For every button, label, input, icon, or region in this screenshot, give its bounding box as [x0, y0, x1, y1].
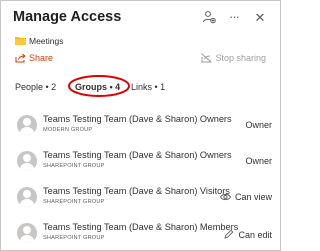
permission-label[interactable]: Owner [245, 120, 272, 130]
folder-icon [15, 37, 26, 45]
group-avatar-icon [17, 223, 37, 243]
pencil-icon [224, 229, 234, 239]
highlight-circle [68, 75, 130, 97]
group-name: Teams Testing Team (Dave & Sharon) Owner… [43, 150, 232, 160]
group-type: SHAREPOINT GROUP [43, 235, 105, 241]
list-item[interactable]: Teams Testing Team (Dave & Sharon) Owner… [1, 109, 280, 145]
list-item[interactable]: Teams Testing Team (Dave & Sharon) Owner… [1, 145, 280, 181]
folder-name: Meetings [29, 36, 64, 46]
tab-people[interactable]: People • 2 [15, 82, 56, 92]
stop-sharing-label: Stop sharing [215, 53, 266, 63]
action-row: Share Stop sharing [15, 52, 272, 66]
group-name: Teams Testing Team (Dave & Sharon) Owner… [43, 114, 232, 124]
stop-sharing-icon [201, 53, 213, 63]
permission-label[interactable]: Owner [245, 156, 272, 166]
close-icon[interactable]: ✕ [252, 10, 268, 26]
permission-dropdown[interactable]: Can edit [224, 228, 272, 240]
group-avatar-icon [17, 187, 37, 207]
panel-title: Manage Access [13, 9, 122, 25]
group-type: SHAREPOINT GROUP [43, 199, 105, 205]
more-icon[interactable]: ··· [226, 10, 242, 26]
tab-links[interactable]: Links • 1 [131, 82, 165, 92]
group-type: MODERN GROUP [43, 127, 93, 133]
group-type: SHAREPOINT GROUP [43, 163, 105, 169]
permission-dropdown[interactable]: Can view [219, 192, 272, 202]
group-avatar-icon [17, 151, 37, 171]
share-label: Share [29, 53, 54, 63]
list-item[interactable]: Teams Testing Team (Dave & Sharon) Membe… [1, 217, 280, 250]
manage-access-panel: Manage Access ··· ✕ Meetings Share Stop … [0, 0, 281, 251]
group-name: Teams Testing Team (Dave & Sharon) Membe… [43, 222, 239, 232]
group-name: Teams Testing Team (Dave & Sharon) Visit… [43, 186, 230, 196]
list-item[interactable]: Teams Testing Team (Dave & Sharon) Visit… [1, 181, 280, 217]
group-avatar-icon [17, 115, 37, 135]
panel-header: Manage Access ··· ✕ [13, 9, 272, 29]
share-icon [15, 53, 26, 63]
eye-icon [219, 193, 232, 201]
manage-people-icon[interactable] [202, 10, 218, 26]
stop-sharing-button[interactable]: Stop sharing [201, 52, 266, 63]
